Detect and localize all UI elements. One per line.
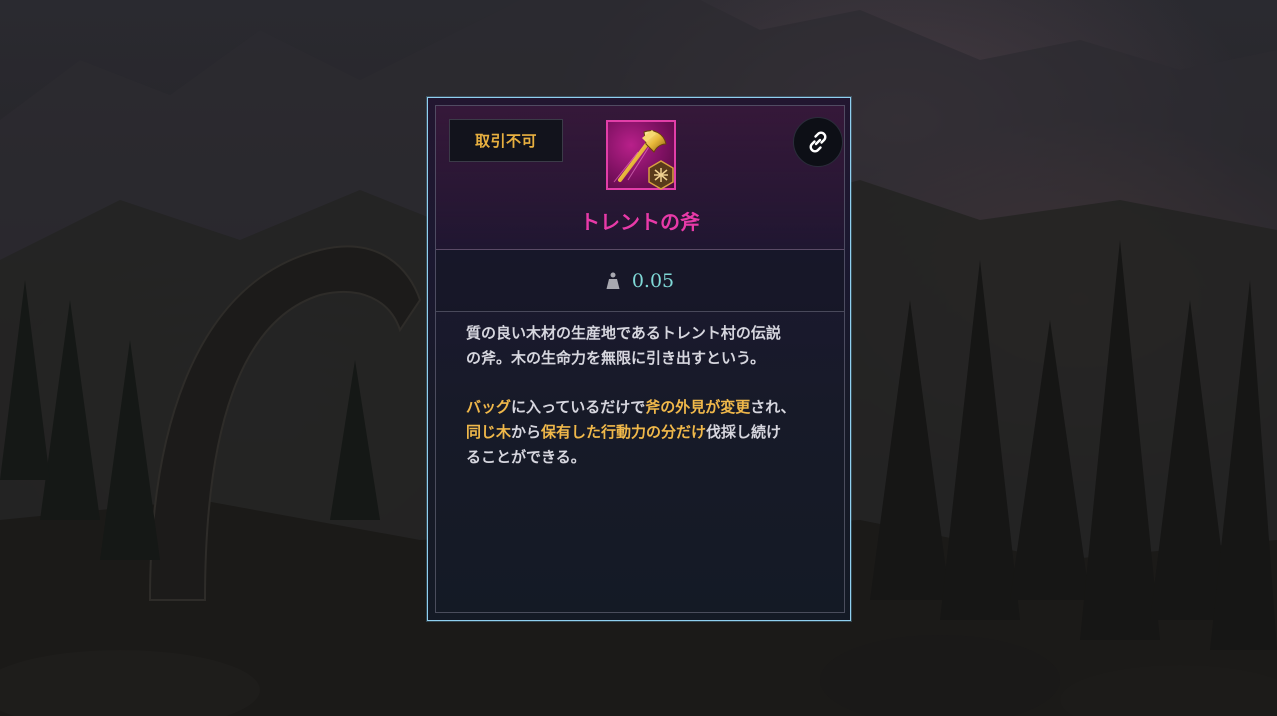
effect-text: 同じ木から保有した行動力の分だけ伐採し続け	[466, 420, 821, 445]
item-tooltip: 取引不可 トレントの斧 0.05 質の良い木材の生産地であるトレント村の伝説 の…	[427, 97, 851, 621]
item-name: トレントの斧	[580, 210, 700, 234]
effect-text: バッグに入っているだけで斧の外見が変更され、	[466, 395, 821, 420]
effect-text-part: から	[511, 423, 542, 441]
effect-highlight-same-tree: 同じ木	[466, 423, 512, 441]
grade-emblem-icon	[648, 160, 674, 190]
link-button[interactable]	[793, 117, 843, 167]
axe-icon	[606, 120, 676, 190]
effect-highlight-energy: 保有した行動力の分だけ	[541, 423, 707, 441]
effect-text-part: に入っているだけで	[511, 398, 646, 416]
item-description: 質の良い木材の生産地であるトレント村の伝説 の斧。木の生命力を無限に引き出すとい…	[466, 321, 821, 470]
weight-icon	[606, 272, 620, 290]
effect-highlight-appearance: 斧の外見が変更	[645, 398, 751, 416]
effect-text-part: 伐採し続け	[706, 423, 782, 441]
untradeable-badge: 取引不可	[449, 119, 563, 162]
effect-highlight-bag: バッグ	[466, 398, 512, 416]
weight-value: 0.05	[631, 270, 675, 292]
link-icon	[809, 131, 827, 153]
effect-text: ることができる。	[466, 448, 586, 466]
effect-text-part: され、	[750, 398, 796, 416]
description-line-1: 質の良い木材の生産地であるトレント村の伝説	[466, 324, 781, 342]
tooltip-inner-frame: 取引不可 トレントの斧 0.05 質の良い木材の生産地であるトレント村の伝説 の…	[435, 105, 845, 613]
description-line-2: の斧。木の生命力を無限に引き出すという。	[466, 349, 766, 367]
weight-row: 0.05	[436, 250, 844, 312]
tooltip-header: 取引不可 トレントの斧	[436, 106, 844, 250]
